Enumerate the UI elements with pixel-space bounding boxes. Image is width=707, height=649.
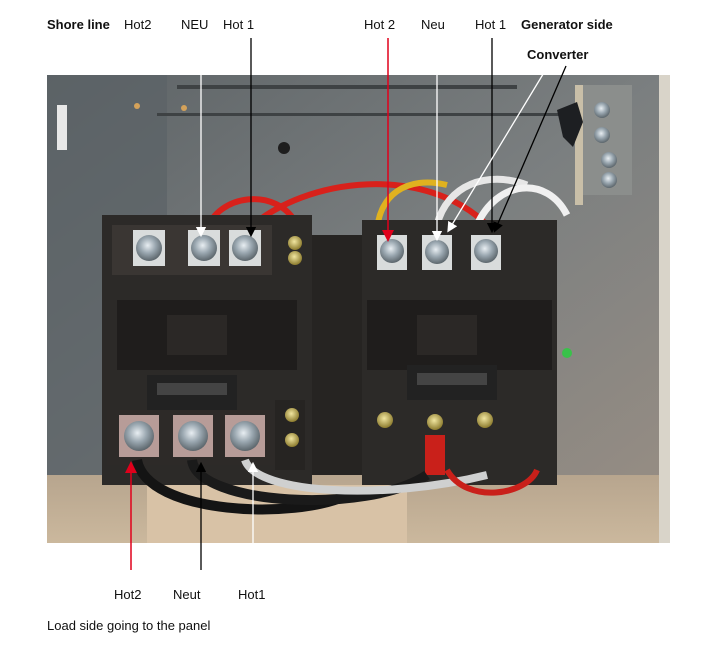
label-load-hot2: Hot2 <box>114 587 142 602</box>
caption-load-side: Load side going to the panel <box>47 618 211 633</box>
indicator-light <box>562 348 572 358</box>
label-shore-hot2: Hot2 <box>124 17 152 32</box>
mechanical-interlock <box>312 235 362 475</box>
knockout-hole <box>278 142 290 154</box>
label-converter: Converter <box>527 47 589 62</box>
contactor-shore <box>102 215 312 485</box>
label-load-neut: Neut <box>173 587 201 602</box>
label-gen-neu: Neu <box>421 17 445 32</box>
label-gen-hot2: Hot 2 <box>364 17 396 32</box>
label-shore-line: Shore line <box>47 17 110 32</box>
label-shore-neu: NEU <box>181 17 209 32</box>
label-gen-hot1: Hot 1 <box>475 17 507 32</box>
label-load-hot1: Hot1 <box>238 587 266 602</box>
transfer-switch-photo <box>47 75 670 543</box>
label-shore-hot1: Hot 1 <box>223 17 255 32</box>
label-generator-side: Generator side <box>521 17 613 32</box>
enclosure-slot <box>57 105 67 150</box>
contactor-generator <box>362 220 572 485</box>
